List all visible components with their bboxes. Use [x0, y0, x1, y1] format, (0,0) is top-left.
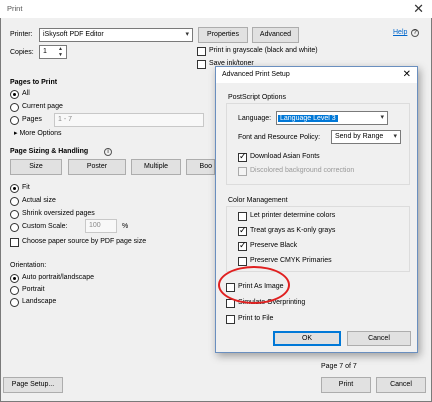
- treat-grays-checkbox[interactable]: [238, 225, 247, 236]
- chevron-down-icon: ▾: [393, 133, 397, 140]
- download-fonts-label: Download Asian Fonts: [250, 153, 320, 160]
- page-setup-button[interactable]: Page Setup...: [3, 377, 63, 393]
- help-link[interactable]: Help: [393, 29, 407, 36]
- paper-source-checkbox[interactable]: [10, 238, 19, 247]
- properties-button[interactable]: Properties: [198, 27, 248, 43]
- printer-select[interactable]: iSkysoft PDF Editor ▾: [39, 28, 193, 42]
- more-options-toggle[interactable]: ▸ More Options: [14, 129, 62, 137]
- pages-range-label: Pages: [22, 116, 42, 123]
- multiple-button[interactable]: Multiple: [131, 159, 181, 175]
- language-label: Language:: [238, 115, 272, 122]
- dialog-close-icon[interactable]: ✕: [403, 69, 411, 80]
- color-heading: Color Management: [228, 197, 288, 204]
- title-bar: [0, 0, 432, 18]
- shrink-radio[interactable]: [10, 210, 19, 219]
- pages-range-radio[interactable]: [10, 116, 19, 125]
- copies-input[interactable]: 1 ▲ ▼: [39, 45, 67, 59]
- preserve-cmyk-label: Preserve CMYK Primaries: [250, 257, 332, 264]
- discolored-label: Discolored background correction: [250, 167, 355, 174]
- custom-scale-label: Custom Scale:: [22, 223, 68, 230]
- grayscale-label: Print in grayscale (black and white): [209, 47, 318, 54]
- pages-heading: Pages to Print: [10, 79, 58, 86]
- cancel-button[interactable]: Cancel: [376, 377, 426, 393]
- printer-label: Printer:: [10, 31, 33, 38]
- print-to-file-label: Print to File: [238, 315, 274, 322]
- let-printer-checkbox[interactable]: [238, 212, 247, 221]
- dialog-ok-button[interactable]: OK: [273, 331, 341, 346]
- chevron-down-icon: ▾: [380, 114, 384, 121]
- page-indicator: Page 7 of 7: [321, 363, 357, 370]
- dialog-title: Advanced Print Setup: [222, 71, 290, 78]
- auto-orientation-radio[interactable]: [10, 274, 19, 283]
- fit-radio[interactable]: [10, 184, 19, 193]
- preserve-black-checkbox[interactable]: [238, 240, 247, 251]
- pages-current-radio[interactable]: [10, 103, 19, 112]
- portrait-label: Portrait: [22, 286, 45, 293]
- orientation-heading: Orientation:: [10, 262, 47, 269]
- print-button[interactable]: Print: [321, 377, 371, 393]
- preserve-black-label: Preserve Black: [250, 242, 298, 249]
- pages-all-radio[interactable]: [10, 90, 19, 99]
- info-icon[interactable]: i: [104, 148, 112, 156]
- advanced-button[interactable]: Advanced: [252, 27, 299, 43]
- stepper-icon[interactable]: ▲ ▼: [58, 46, 63, 58]
- policy-value: Send by Range: [335, 133, 384, 140]
- postscript-heading: PostScript Options: [228, 94, 286, 101]
- chevron-down-icon: ▾: [185, 31, 189, 38]
- save-ink-checkbox[interactable]: [197, 60, 206, 69]
- help-icon[interactable]: ?: [411, 29, 419, 37]
- copies-value: 1: [43, 48, 47, 55]
- auto-orientation-label: Auto portrait/landscape: [22, 274, 94, 281]
- dialog-cancel-button[interactable]: Cancel: [347, 331, 411, 346]
- shrink-label: Shrink oversized pages: [22, 210, 95, 217]
- printer-select-value: iSkysoft PDF Editor: [43, 31, 104, 38]
- policy-label: Font and Resource Policy:: [238, 134, 321, 141]
- pages-all-label: All: [22, 90, 30, 97]
- size-button[interactable]: Size: [10, 159, 62, 175]
- custom-scale-radio[interactable]: [10, 223, 19, 232]
- grayscale-checkbox[interactable]: [197, 47, 206, 56]
- custom-scale-input[interactable]: 100: [85, 219, 117, 233]
- copies-label: Copies:: [10, 49, 34, 56]
- portrait-radio[interactable]: [10, 286, 19, 295]
- landscape-label: Landscape: [22, 298, 57, 305]
- advanced-print-setup-dialog: Advanced Print Setup ✕ PostScript Option…: [215, 66, 418, 353]
- actual-size-radio[interactable]: [10, 197, 19, 206]
- pages-range-input[interactable]: 1 - 7: [54, 113, 204, 127]
- discolored-checkbox[interactable]: [238, 167, 247, 176]
- percent-label: %: [122, 223, 129, 230]
- actual-size-label: Actual size: [22, 197, 56, 204]
- preserve-cmyk-checkbox[interactable]: [238, 257, 247, 266]
- language-select[interactable]: Language Level 3 ▾: [276, 111, 388, 125]
- paper-source-label: Choose paper source by PDF page size: [22, 238, 147, 245]
- poster-button[interactable]: Poster: [68, 159, 126, 175]
- print-to-file-checkbox[interactable]: [226, 315, 235, 324]
- window-close-icon[interactable]: ✕: [413, 1, 424, 17]
- policy-select[interactable]: Send by Range ▾: [331, 130, 401, 144]
- sizing-heading: Page Sizing & Handling: [10, 148, 89, 155]
- treat-grays-label: Treat grays as K-only grays: [250, 227, 336, 234]
- pages-current-label: Current page: [22, 103, 63, 110]
- fit-label: Fit: [22, 184, 30, 191]
- more-options-label: More Options: [19, 130, 62, 137]
- booklet-button[interactable]: Boo: [186, 159, 215, 175]
- download-fonts-checkbox[interactable]: [238, 151, 247, 162]
- window-title: Print: [7, 4, 23, 13]
- highlight-circle: [218, 266, 290, 304]
- language-value: Language Level 3: [278, 115, 338, 122]
- landscape-radio[interactable]: [10, 298, 19, 307]
- let-printer-label: Let printer determine colors: [250, 212, 336, 219]
